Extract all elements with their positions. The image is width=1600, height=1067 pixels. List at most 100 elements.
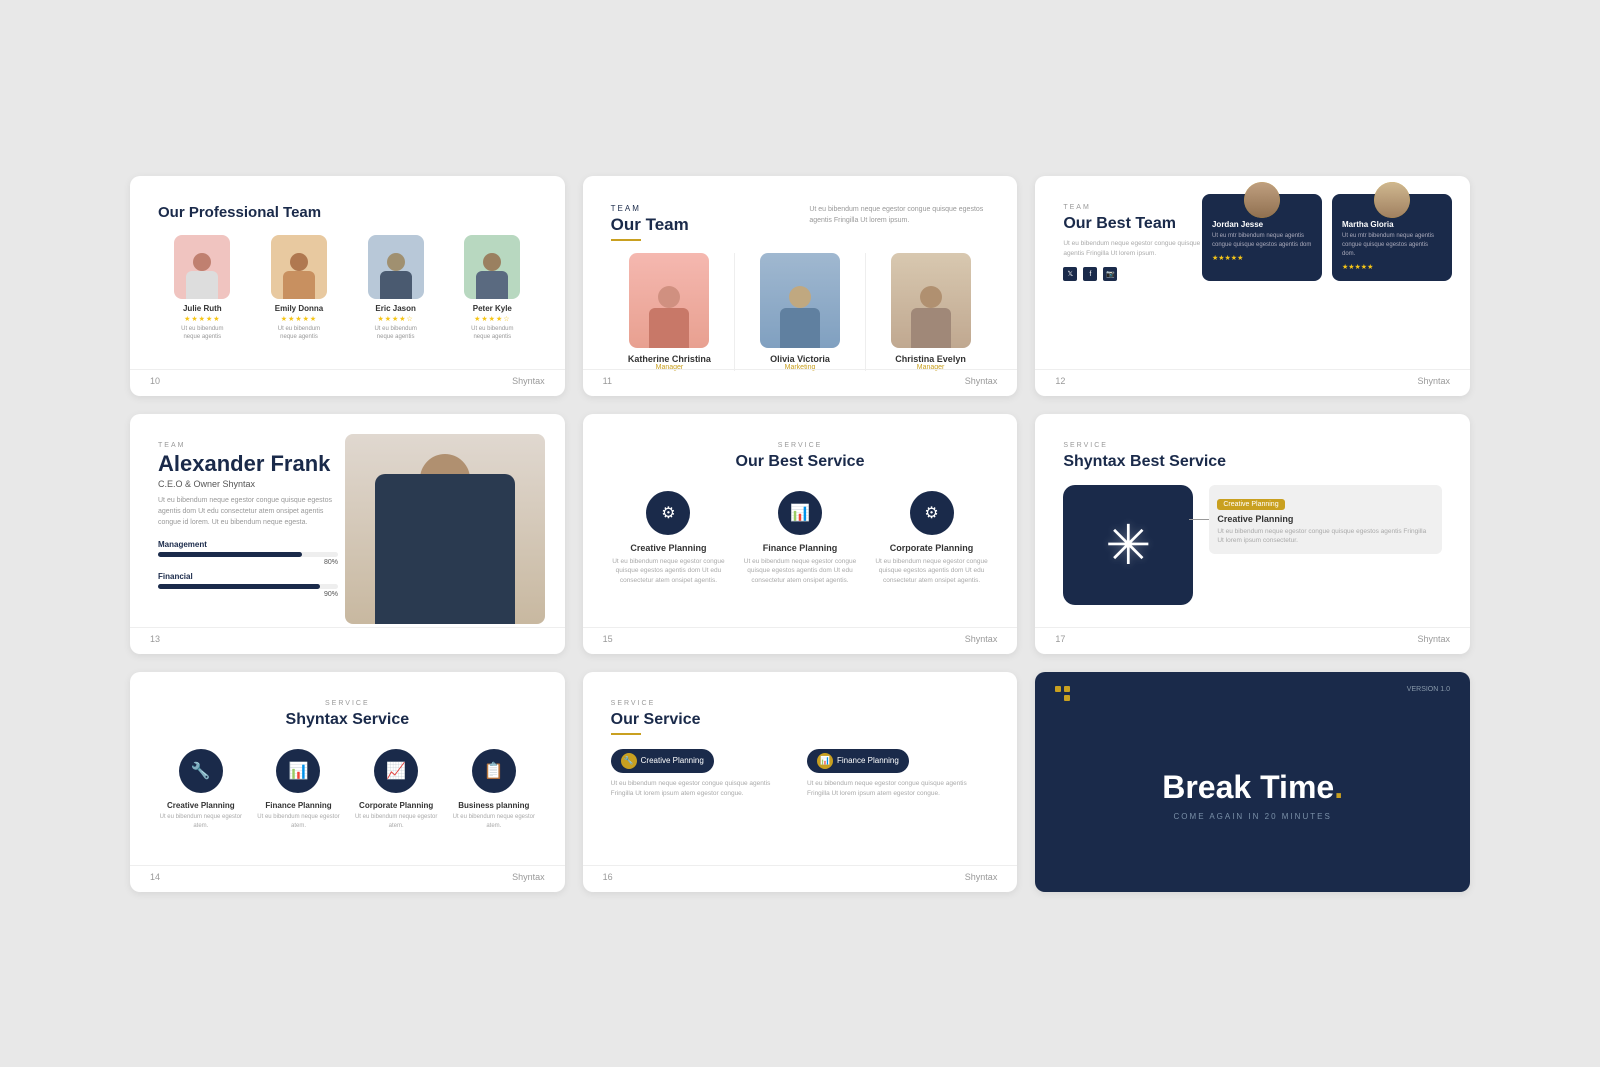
badge-2: 📊 Finance Planning [807,749,909,773]
slide4-number: 13 [150,634,160,644]
member-name-2: Emily Donna [255,304,344,313]
card-avatar-1 [1244,182,1280,218]
slide-5: SERVICE Our Best Service ⚙ Creative Plan… [583,414,1018,654]
break-dot: . [1334,769,1343,805]
slide-1: Our Professional Team Julie Ruth ★★★★★ U… [130,176,565,396]
slide5-number: 15 [603,634,613,644]
slide6-number: 17 [1055,634,1065,644]
member-stars-2: ★★★★★ [255,315,344,323]
slide2-team-row: Katherine Christina Manager Olivia Victo… [611,253,990,371]
skill-label-2: Financial [158,572,338,581]
service-name-2: Finance Planning [742,543,858,553]
service-desc-3: Ut eu bibendum neque egestor congue quis… [874,557,990,586]
service4-name-1: Creative Planning [158,801,244,810]
avatar-1 [174,235,230,299]
facebook-icon[interactable]: f [1083,267,1097,281]
slide4-footer: 13 [130,627,565,644]
slide1-title: Our Professional Team [158,204,537,221]
member-name-1: Julie Ruth [158,304,247,313]
service-big-icon: ✳ [1063,485,1193,605]
twitter-icon[interactable]: 𝕏 [1063,267,1077,281]
badge-1: 🔧 Creative Planning [611,749,714,773]
card-desc-2: Ut eu mtr bibendum neque agentis congue … [1342,232,1442,259]
slide9-content: Break Time. COME AGAIN IN 20 MINUTES [1063,700,1442,870]
slide5-title: Our Best Service [611,453,990,471]
slide2-divider-1 [734,253,735,371]
service-icon-2: 📊 [778,491,822,535]
service4-item-4: 📋 Business planning Ut eu bibendum neque… [451,749,537,831]
progress-bar-2 [158,584,320,589]
slide8-service-2: 📊 Finance Planning Ut eu bibendum neque … [807,749,989,800]
slide-3: TEAM Our Best Team Ut eu bibendum neque … [1035,176,1470,396]
dot-2 [1064,686,1070,692]
team-member-3: Eric Jason ★★★★☆ Ut eu bibendumneque age… [351,235,440,342]
badge-label-2: Finance Planning [837,756,899,765]
instagram-icon[interactable]: 📷 [1103,267,1117,281]
slide1-footer: 10 Shyntax [130,369,565,386]
service4-icon-4: 📋 [472,749,516,793]
skill-financial: Financial 90% [158,572,338,598]
slide-grid: Our Professional Team Julie Ruth ★★★★★ U… [130,176,1470,892]
badge-icon-1: 🔧 [621,753,637,769]
detail-title: Creative Planning [1217,514,1434,524]
slide6-title: Shyntax Best Service [1063,453,1442,471]
slide8-services: 🔧 Creative Planning Ut eu bibendum neque… [611,749,990,800]
slide7-number: 14 [150,872,160,882]
slide8-label: SERVICE [611,700,990,707]
slide7-title: Shyntax Service [158,711,537,729]
service4-icon-1: 🔧 [179,749,223,793]
slide2-desc: Ut eu bibendum neque egestor congue quis… [809,204,989,226]
member-stars-3: ★★★★☆ [351,315,440,323]
slide2-name-3: Christina Evelyn [872,354,990,364]
service-name-3: Corporate Planning [874,543,990,553]
badge-icon-2: 📊 [817,753,833,769]
progress-bar-1 [158,552,302,557]
service-item-2: 📊 Finance Planning Ut eu bibendum neque … [742,491,858,586]
slide5-brand: Shyntax [965,634,998,644]
slide8-footer: 16 Shyntax [583,865,1018,882]
slide6-content: ✳ Creative Planning Creative Planning Ut… [1063,485,1442,605]
slide2-person-1: Katherine Christina Manager [611,253,729,371]
avatar-2 [271,235,327,299]
slide8-desc-2: Ut eu bibendum neque egestor congue quis… [807,779,989,800]
slide4-photo [345,434,545,624]
slide8-brand: Shyntax [965,872,998,882]
slide2-avatar-1 [629,253,709,348]
slide9-version: VERSION 1.0 [1407,686,1450,693]
slide8-desc-1: Ut eu bibendum neque egestor congue quis… [611,779,793,800]
badge-label-1: Creative Planning [641,756,704,765]
service4-item-3: 📈 Corporate Planning Ut eu bibendum nequ… [353,749,439,831]
connector-line [1189,519,1209,520]
slide3-number: 12 [1055,376,1065,386]
slide-4: TEAM Alexander Frank C.E.O & Owner Shynt… [130,414,565,654]
slide7-label: SERVICE [158,700,537,707]
service4-desc-1: Ut eu bibendum neque egestor atem. [158,813,244,831]
slide3-brand: Shyntax [1417,376,1450,386]
slide3-footer: 12 Shyntax [1035,369,1470,386]
team-member-1: Julie Ruth ★★★★★ Ut eu bibendumneque age… [158,235,247,342]
slide2-title-line [611,239,641,241]
card-desc-1: Ut eu mtr bibendum neque agentis congue … [1212,232,1312,250]
slide3-card-1: Jordan Jesse Ut eu mtr bibendum neque ag… [1202,194,1322,281]
service-icon-1: ⚙ [646,491,690,535]
slide6-footer: 17 Shyntax [1035,627,1470,644]
slide7-brand: Shyntax [512,872,545,882]
service-icon-3: ⚙ [910,491,954,535]
slide-9: VERSION 1.0 Break Time. COME AGAIN IN 20… [1035,672,1470,892]
slide7-services: 🔧 Creative Planning Ut eu bibendum neque… [158,749,537,831]
service-desc-1: Ut eu bibendum neque egestor congue quis… [611,557,727,586]
member-name-4: Peter Kyle [448,304,537,313]
slide2-avatar-3 [891,253,971,348]
slide2-footer: 11 Shyntax [583,369,1018,386]
card-stars-2: ★★★★★ [1342,263,1442,271]
slide2-label: TEAM [611,204,689,213]
slide4-skills: Management 80% Financial 90% [158,540,338,598]
slide3-card-2: Martha Gloria Ut eu mtr bibendum neque a… [1332,194,1452,281]
slide5-label: SERVICE [611,442,990,449]
slide2-title: Our Team [611,215,689,235]
slide2-avatar-2 [760,253,840,348]
member-name-3: Eric Jason [351,304,440,313]
slide6-details: Creative Planning Creative Planning Ut e… [1209,485,1442,563]
slide2-number: 11 [603,376,612,386]
team-member-2: Emily Donna ★★★★★ Ut eu bibendumneque ag… [255,235,344,342]
